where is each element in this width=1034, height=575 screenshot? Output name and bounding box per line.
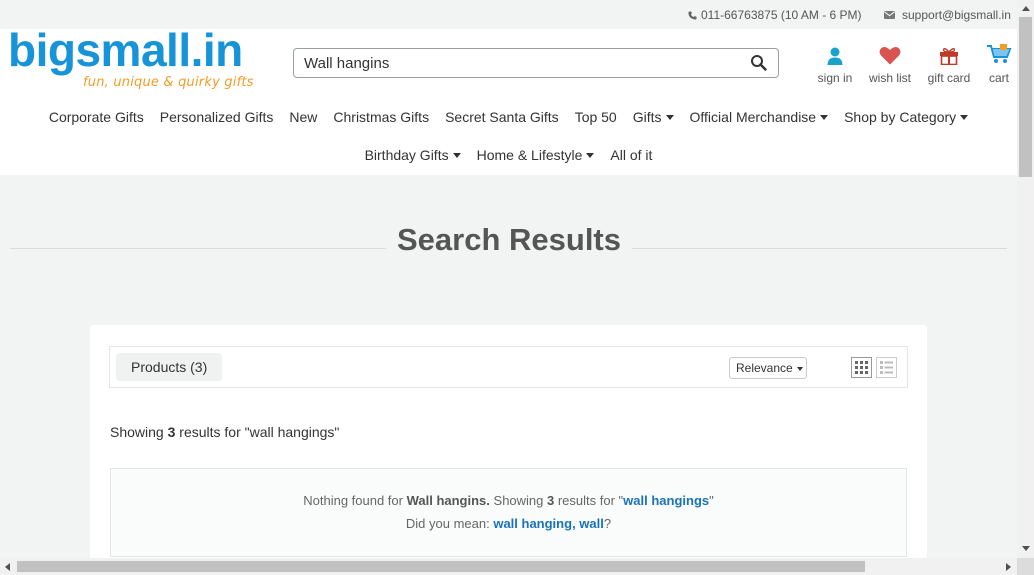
scroll-left-arrow-icon[interactable] (5, 563, 10, 571)
phone-icon (688, 10, 697, 20)
caret-down-icon (452, 152, 461, 158)
horizontal-scroll-thumb[interactable] (17, 561, 865, 572)
title-divider-right (632, 248, 1007, 249)
sign-in-link[interactable]: sign in (815, 43, 855, 85)
scroll-down-arrow-icon[interactable] (1022, 546, 1030, 551)
main-nav-row-2: Birthday Gifts Home & Lifestyle All of i… (0, 147, 1017, 163)
nav-item-top-50[interactable]: Top 50 (567, 109, 625, 125)
nav-item-label: Gifts (632, 109, 662, 125)
results-summary: Showing 3 results for "wall hangings" (110, 424, 339, 440)
user-icon (815, 43, 855, 65)
nav-item-label: New (289, 109, 318, 125)
tab-products[interactable]: Products (3) (116, 353, 223, 381)
search-box (293, 48, 779, 78)
nav-item-secret-santa-gifts[interactable]: Secret Santa Gifts (437, 109, 567, 125)
caret-down-icon (796, 366, 803, 371)
main-nav-row-1: Corporate Gifts Personalized Gifts New C… (0, 109, 1017, 125)
wish-list-link[interactable]: wish list (866, 43, 914, 85)
nav-item-label: Shop by Category (844, 109, 957, 125)
nav-item-gifts[interactable]: Gifts (625, 109, 682, 125)
list-view-icon (880, 361, 893, 374)
horizontal-scrollbar[interactable] (0, 558, 1017, 575)
nav-item-label: Corporate Gifts (48, 109, 144, 125)
summary-suffix: results for "wall hangings" (175, 424, 340, 440)
did-you-mean-message: Did you mean: wall hanging, wall? (111, 516, 906, 531)
nothing-found-mid2: results for " (554, 493, 624, 508)
sign-in-label: sign in (817, 71, 853, 85)
nav-item-official-merchandise[interactable]: Official Merchandise (682, 109, 837, 125)
gift-card-label: gift card (927, 71, 971, 85)
vertical-scrollbar[interactable] (1017, 0, 1034, 558)
did-you-mean-qmark: ? (603, 516, 612, 531)
sort-value: Relevance (736, 361, 793, 375)
scroll-up-arrow-icon[interactable] (1022, 6, 1030, 11)
nav-item-home-lifestyle[interactable]: Home & Lifestyle (469, 147, 603, 163)
grid-view-icon (855, 361, 868, 374)
grid-view-button[interactable] (851, 357, 872, 378)
nav-item-label: Secret Santa Gifts (445, 109, 559, 125)
nothing-found-prefix: Nothing found for (303, 493, 407, 508)
nav-item-label: Top 50 (574, 109, 617, 125)
list-view-button[interactable] (876, 357, 897, 378)
corrected-query-link[interactable]: wall hangings (623, 493, 709, 508)
nav-item-label: Home & Lifestyle (476, 147, 583, 163)
original-query: Wall hangins. (406, 493, 490, 508)
search-results-panel: Products (3) Relevance Showing 3 results… (90, 325, 927, 575)
wish-list-label: wish list (868, 71, 911, 85)
nav-item-label: Birthday Gifts (364, 147, 449, 163)
nav-item-christmas-gifts[interactable]: Christmas Gifts (325, 109, 437, 125)
gift-card-link[interactable]: gift card (925, 43, 973, 85)
cart-icon (984, 43, 1014, 65)
sort-select[interactable]: Relevance (729, 357, 807, 379)
nav-item-label: Official Merchandise (689, 109, 817, 125)
results-toolbar: Products (3) Relevance (109, 346, 908, 388)
title-divider-left (10, 248, 386, 249)
caret-down-icon (820, 114, 829, 120)
gift-icon (925, 43, 973, 65)
vertical-scroll-thumb[interactable] (1019, 17, 1032, 177)
site-logo[interactable]: bigsmall.in fun, unique & quirky gifts (8, 24, 254, 99)
nav-item-new[interactable]: New (281, 109, 325, 125)
spelling-suggestion-box: Nothing found for Wall hangins. Showing … (110, 468, 907, 557)
nothing-found-mid: Showing (489, 493, 547, 508)
nav-item-corporate-gifts[interactable]: Corporate Gifts (41, 109, 152, 125)
nav-item-label: All of it (610, 147, 653, 163)
search-icon[interactable] (750, 54, 768, 72)
cart-label: cart (988, 71, 1009, 85)
phone-contact[interactable]: 011-66763875 (10 AM - 6 PM) (688, 8, 862, 22)
envelope-icon (884, 11, 895, 19)
nav-item-birthday-gifts[interactable]: Birthday Gifts (357, 147, 469, 163)
nav-item-label: Personalized Gifts (159, 109, 274, 125)
suggestion-link-wall[interactable]: wall (579, 516, 604, 531)
logo-wordmark: bigsmall.in (8, 24, 243, 76)
phone-number: 011-66763875 (10 AM - 6 PM) (701, 8, 862, 22)
cart-link[interactable]: cart (984, 43, 1014, 85)
did-you-mean-label: Did you mean: (405, 516, 494, 531)
logo-tagline: fun, unique & quirky gifts (83, 75, 254, 90)
nothing-found-end: " (709, 493, 714, 508)
nav-item-shop-by-category[interactable]: Shop by Category (836, 109, 976, 125)
nav-item-personalized-gifts[interactable]: Personalized Gifts (152, 109, 282, 125)
summary-prefix: Showing (110, 424, 168, 440)
scroll-right-arrow-icon[interactable] (1006, 563, 1011, 571)
nav-item-all-of-it[interactable]: All of it (602, 147, 660, 163)
heart-icon (866, 43, 914, 65)
email-address: support@bigsmall.in (902, 8, 1011, 22)
caret-down-icon (586, 152, 595, 158)
caret-down-icon (665, 114, 674, 120)
search-input[interactable] (304, 53, 734, 73)
scrollbar-corner (1017, 558, 1034, 575)
caret-down-icon (960, 114, 969, 120)
site-header: bigsmall.in fun, unique & quirky gifts s… (0, 24, 1017, 175)
nothing-found-message: Nothing found for Wall hangins. Showing … (111, 493, 906, 508)
email-contact[interactable]: support@bigsmall.in (884, 8, 1011, 22)
nav-item-label: Christmas Gifts (333, 109, 430, 125)
suggestion-link-wall-hanging[interactable]: wall hanging (493, 516, 572, 531)
page-title: Search Results (397, 222, 621, 257)
